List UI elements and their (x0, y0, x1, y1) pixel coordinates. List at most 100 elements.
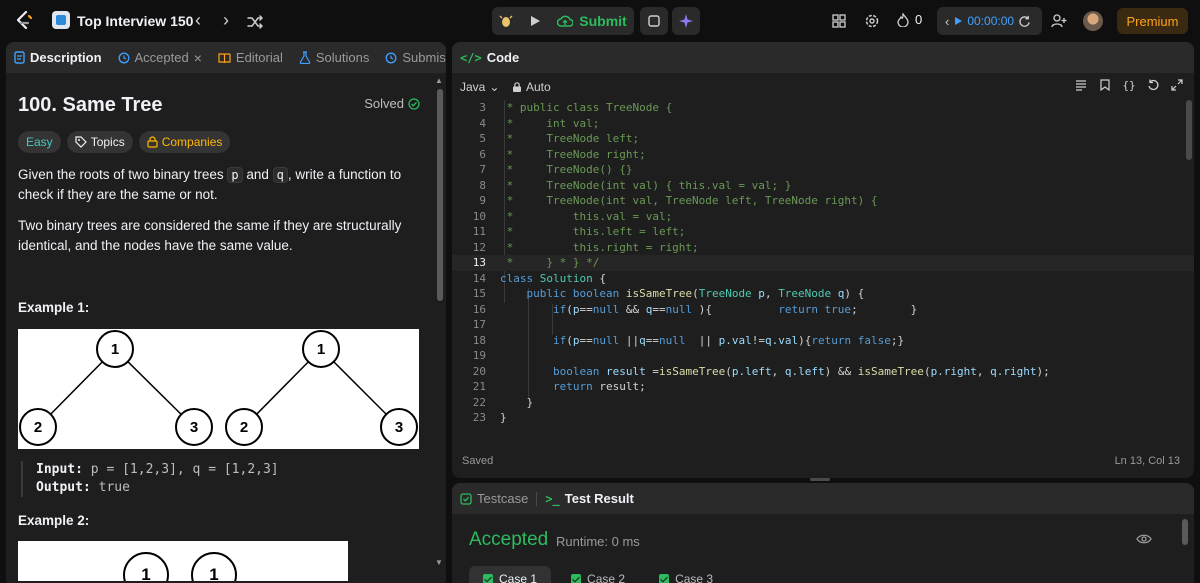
study-plan-icon[interactable] (52, 11, 70, 29)
premium-button[interactable]: Premium (1117, 8, 1188, 34)
scroll-down-arrow-icon[interactable]: ▼ (435, 559, 443, 567)
tab-submissions[interactable]: Submissi (377, 42, 446, 73)
code-line[interactable]: 14 class Solution { (452, 271, 1194, 287)
code-tabbar: </> Code (452, 42, 1194, 73)
code-line[interactable]: 18 if(p==null ||q==null || p.val!=q.val)… (452, 333, 1194, 349)
line-number: 22 (472, 395, 486, 409)
prev-problem-icon[interactable]: ‹ (188, 11, 208, 31)
code-line[interactable]: 4 * int val; (452, 116, 1194, 132)
code-line[interactable]: 10 * this.val = val; (452, 209, 1194, 225)
scroll-up-arrow-icon[interactable]: ▲ (435, 77, 443, 85)
lock-icon (147, 136, 158, 148)
code-line[interactable]: 12 * this.right = right; (452, 240, 1194, 256)
node-value: 3 (190, 419, 198, 436)
user-avatar[interactable] (1083, 11, 1103, 31)
code-line[interactable]: 9 * TreeNode(int val, TreeNode left, Tre… (452, 193, 1194, 209)
line-content: * TreeNode right; (500, 147, 646, 163)
submit-button[interactable]: Submit (550, 7, 634, 35)
tab-test-result[interactable]: >_ Test Result (537, 483, 642, 514)
add-friend-icon[interactable] (1048, 10, 1070, 32)
eye-icon[interactable] (1136, 533, 1152, 545)
code-editor[interactable]: 3 * public class TreeNode {4 * int val; 5… (452, 100, 1194, 426)
code-token: public boolean (526, 287, 626, 300)
tab-label: Solutions (315, 50, 370, 65)
shuffle-icon[interactable] (245, 12, 265, 32)
code-line[interactable]: 16 if(p==null && q==null ){ return true;… (452, 302, 1194, 318)
code-line[interactable]: 15 public boolean isSameTree(TreeNode p,… (452, 286, 1194, 302)
reset-code-icon[interactable] (1146, 78, 1160, 92)
code-token: result (605, 364, 646, 378)
code-line[interactable]: 8 * TreeNode(int val) { this.val = val; … (452, 178, 1194, 194)
code-line[interactable]: 22 } (452, 395, 1194, 411)
code-line[interactable]: 11 * this.left = left; (452, 224, 1194, 240)
close-tab-icon[interactable]: × (194, 50, 202, 66)
solved-status: Solved (364, 96, 420, 111)
timer-collapse-icon[interactable]: ‹ (945, 14, 949, 29)
topics-button[interactable]: Topics (66, 131, 133, 153)
tab-code[interactable]: </> Code (452, 42, 527, 73)
line-content: boolean result =isSameTree(p.left, q.lef… (500, 364, 1050, 380)
line-content: } (500, 410, 507, 426)
timer-reset-icon[interactable] (1018, 15, 1031, 28)
tab-accepted[interactable]: Accepted × (110, 42, 210, 73)
leetcode-logo-icon[interactable] (12, 9, 36, 33)
code-token: { (592, 271, 606, 285)
run-button[interactable] (522, 7, 548, 35)
tab-testcase[interactable]: Testcase (452, 483, 536, 514)
code-token: * public class TreeNode { (500, 101, 673, 114)
description-tabbar: Description Accepted × Editorial Solutio… (6, 42, 446, 73)
code-token: q.val (764, 333, 799, 347)
description-paragraph-2: Two binary trees are considered the same… (18, 218, 402, 253)
code-line[interactable]: 13 * } * } */ (452, 255, 1194, 271)
code-line[interactable]: 6 * TreeNode right; (452, 147, 1194, 163)
notes-button[interactable] (640, 7, 668, 35)
description-scrollbar[interactable] (437, 89, 443, 301)
layout-icon[interactable] (828, 10, 850, 32)
code-token: == (579, 302, 593, 316)
line-number: 19 (472, 349, 486, 362)
timer-play-icon[interactable] (953, 16, 963, 26)
case-tab-3[interactable]: Case 3 (645, 566, 727, 583)
tree-node: 3 (380, 408, 418, 446)
code-token: q.left (784, 364, 825, 378)
settings-gear-icon[interactable] (861, 10, 883, 32)
tab-solutions[interactable]: Solutions (291, 42, 377, 73)
timer-widget[interactable]: ‹ 00:00:00 (937, 7, 1042, 35)
tab-description[interactable]: Description (6, 42, 110, 73)
language-select[interactable]: Java ⌄ (460, 80, 499, 94)
code-line[interactable]: 23} (452, 410, 1194, 426)
node-value: 1 (209, 565, 218, 581)
streak-counter[interactable]: 0 (897, 12, 922, 27)
companies-button[interactable]: Companies (138, 131, 231, 153)
auto-mode-toggle[interactable]: Auto (512, 80, 551, 94)
code-line[interactable]: 21 return result; (452, 379, 1194, 395)
line-number: 13 (472, 256, 486, 269)
history-icon (118, 52, 129, 63)
panel-resize-handle[interactable] (810, 478, 830, 481)
bookmark-icon[interactable] (1098, 78, 1112, 92)
line-number: 12 (472, 240, 486, 254)
code-line[interactable]: 19 (452, 348, 1194, 364)
code-line[interactable]: 5 * TreeNode left; (452, 131, 1194, 147)
debug-icon[interactable] (492, 7, 520, 35)
study-plan-title[interactable]: Top Interview 150 (77, 13, 193, 29)
code-line[interactable]: 20 boolean result =isSameTree(p.left, q.… (452, 364, 1194, 380)
ai-sparkle-button[interactable] (672, 7, 700, 35)
case-tab-2[interactable]: Case 2 (557, 566, 639, 583)
tab-editorial[interactable]: Editorial (210, 42, 291, 73)
code-line[interactable]: 3 * public class TreeNode { (452, 100, 1194, 116)
output-label: Output: (36, 480, 91, 495)
code-line[interactable]: 7 * TreeNode() {} (452, 162, 1194, 178)
code-line[interactable]: 17 (452, 317, 1194, 333)
tree-node: 2 (225, 408, 263, 446)
fullscreen-icon[interactable] (1170, 78, 1184, 92)
case-tab-1[interactable]: Case 1 (469, 566, 552, 583)
line-content: return result; (500, 379, 646, 395)
test-scrollbar[interactable] (1182, 519, 1188, 545)
braces-icon[interactable]: {} (1122, 78, 1136, 92)
code-scrollbar[interactable] (1186, 100, 1192, 160)
code-token: ){ (798, 333, 812, 347)
example-1-io: Input: p = [1,2,3], q = [1,2,3] Output: … (21, 461, 279, 497)
format-lines-icon[interactable] (1074, 78, 1088, 92)
next-problem-icon[interactable]: › (216, 11, 236, 31)
